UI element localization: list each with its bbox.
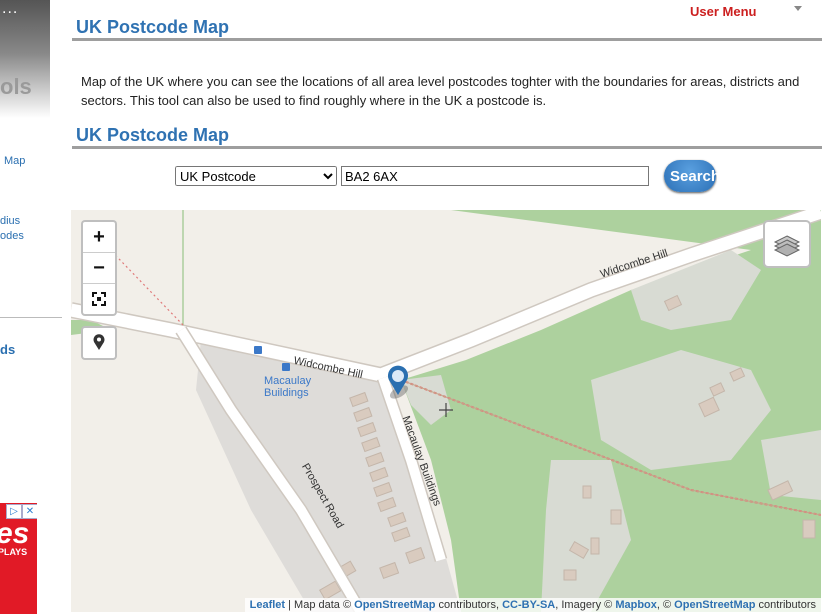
license-link[interactable]: CC-BY-SA	[502, 599, 555, 611]
fullscreen-icon	[92, 292, 106, 306]
attribution-text: | Map data ©	[285, 599, 355, 611]
bus-stop-icon	[254, 346, 262, 354]
search-button[interactable]: Search	[664, 160, 720, 192]
advert-banner[interactable]: ▷ ✕ es PLAYS	[0, 503, 37, 614]
logo-tail-text: ols	[0, 74, 32, 99]
sidebar-heading[interactable]: ds	[0, 342, 15, 357]
building	[610, 509, 622, 525]
attribution-text: contributors	[755, 599, 816, 611]
building	[582, 485, 592, 499]
section-divider	[72, 146, 822, 149]
osm-link[interactable]: OpenStreetMap	[354, 599, 435, 611]
zoom-control: + −	[81, 220, 117, 316]
zoom-out-button[interactable]: −	[83, 253, 115, 284]
layers-button[interactable]	[763, 220, 811, 268]
zoom-in-button[interactable]: +	[83, 222, 115, 253]
building	[563, 569, 577, 581]
advert-big-text: es	[0, 517, 30, 550]
place-label-macaulay: Macaulay Buildings	[264, 375, 312, 399]
chevron-down-icon[interactable]	[794, 6, 802, 11]
bus-stop-icon	[282, 363, 290, 371]
sidebar-link-radius[interactable]: dius	[0, 215, 20, 227]
leaflet-link[interactable]: Leaflet	[250, 599, 285, 611]
postcode-type-select[interactable]: UK Postcode	[175, 166, 337, 186]
locate-button[interactable]	[81, 326, 117, 360]
user-menu[interactable]: User Menu	[690, 4, 756, 19]
postcode-map[interactable]: Widcombe Hill Widcombe Hill Macaulay Bui…	[71, 210, 821, 612]
building	[590, 537, 600, 555]
location-pin-icon	[93, 334, 105, 350]
sidebar-divider	[0, 317, 62, 318]
fullscreen-button[interactable]	[83, 284, 115, 314]
sidebar-link-map[interactable]: Map	[4, 155, 25, 167]
layers-icon	[773, 235, 801, 257]
building	[802, 519, 816, 539]
map-tiles[interactable]	[71, 210, 821, 612]
title-divider	[72, 38, 822, 41]
attribution-text: , ©	[656, 599, 675, 611]
logo-text: ...	[2, 0, 19, 17]
section-title: UK Postcode Map	[76, 125, 230, 145]
sidebar: ... ols Map ​ dius odes ds ▷ ✕ es PLAYS	[0, 0, 62, 614]
advert-small-text: PLAYS	[0, 547, 28, 557]
mapbox-link[interactable]: Mapbox	[615, 599, 657, 611]
postcode-input[interactable]	[341, 166, 649, 186]
attribution-text: , Imagery ©	[555, 599, 616, 611]
sidebar-link-postcodes[interactable]: odes	[0, 230, 24, 242]
attribution-text: contributors,	[435, 599, 503, 611]
page-title: UK Postcode Map	[76, 17, 230, 37]
map-attribution: Leaflet | Map data © OpenStreetMap contr…	[244, 598, 821, 612]
page-description: Map of the UK where you can see the loca…	[81, 74, 800, 108]
osm-link-2[interactable]: OpenStreetMap	[674, 599, 755, 611]
